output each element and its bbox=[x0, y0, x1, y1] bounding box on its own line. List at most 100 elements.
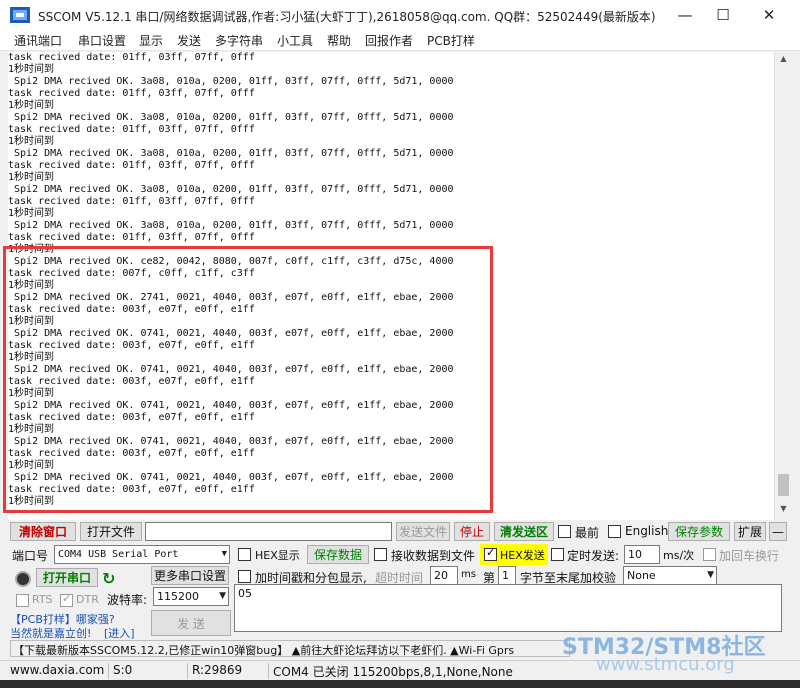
scroll-down-icon[interactable]: ▼ bbox=[775, 504, 792, 518]
log-line: 1秒时间到 bbox=[8, 280, 55, 291]
dtr-checkbox[interactable]: ✓ bbox=[60, 592, 73, 607]
log-line: 1秒时间到 bbox=[8, 244, 55, 255]
clear-send-button[interactable]: 清发送区 bbox=[494, 522, 554, 541]
log-line: Spi2 DMA recived OK. 3a08, 010a, 0200, 0… bbox=[8, 148, 454, 159]
close-button[interactable]: ✕ bbox=[746, 0, 792, 30]
timed-send-checkbox[interactable] bbox=[551, 548, 564, 561]
hex-send-checkbox[interactable]: ✓ bbox=[484, 546, 497, 561]
add-crlf-checkbox[interactable] bbox=[703, 548, 716, 561]
status-sent: S:0 bbox=[108, 663, 132, 679]
timeout-input[interactable]: 20 bbox=[430, 566, 458, 585]
interval-unit: ms/次 bbox=[663, 549, 695, 562]
menu-display[interactable]: 显示 bbox=[139, 32, 163, 49]
interval-input[interactable]: 10 bbox=[624, 545, 660, 564]
chevron-down-icon: ▼ bbox=[221, 549, 227, 559]
log-line: task recived date: 003f, e07f, e0ff, e1f… bbox=[8, 448, 255, 459]
log-line: 1秒时间到 bbox=[8, 136, 55, 147]
menu-comm-port[interactable]: 通讯端口 bbox=[14, 32, 62, 49]
more-port-settings-button[interactable]: 更多串口设置 bbox=[151, 566, 229, 585]
send-input[interactable]: 05 bbox=[234, 584, 782, 632]
expand-button[interactable]: 扩展 bbox=[734, 522, 766, 541]
title-bar: SSCOM V5.12.1 串口/网络数据调试器,作者:习小猛(大虾丁丁),26… bbox=[0, 0, 800, 30]
log-line: 1秒时间到 bbox=[8, 64, 55, 75]
window-title: SSCOM V5.12.1 串口/网络数据调试器,作者:习小猛(大虾丁丁),26… bbox=[38, 10, 656, 24]
desktop-strip bbox=[0, 680, 800, 688]
promo-text: 当然就是嘉立创! bbox=[10, 627, 92, 640]
english-checkbox[interactable] bbox=[608, 525, 621, 538]
stop-button[interactable]: 停止 bbox=[454, 522, 490, 541]
recv-to-file-checkbox[interactable] bbox=[374, 548, 387, 561]
news-ticker[interactable]: 【下载最新版本SSCOM5.12.2,已修正win10弹窗bug】 ▲前往大虾论… bbox=[10, 640, 570, 657]
log-line: task recived date: 01ff, 03ff, 07ff, 0ff… bbox=[8, 124, 255, 135]
check-mark-icon: ✓ bbox=[486, 546, 496, 559]
log-line: task recived date: 003f, e07f, e0ff, e1f… bbox=[8, 412, 255, 423]
log-line: task recived date: 003f, e07f, e0ff, e1f… bbox=[8, 484, 255, 495]
log-scrollbar[interactable]: ▲ ▼ bbox=[774, 52, 791, 520]
send-button[interactable]: 发 送 bbox=[151, 610, 231, 636]
chevron-down-icon: ▼ bbox=[219, 591, 226, 601]
sscom-window: SSCOM V5.12.1 串口/网络数据调试器,作者:习小猛(大虾丁丁),26… bbox=[0, 0, 800, 688]
clear-window-button[interactable]: 清除窗口 bbox=[10, 522, 76, 541]
collapse-button[interactable]: — bbox=[769, 522, 787, 541]
checksum-select[interactable]: None ▼ bbox=[623, 566, 717, 585]
baud-value: 115200 bbox=[157, 590, 199, 603]
log-line: Spi2 DMA recived OK. 2741, 0021, 4040, 0… bbox=[8, 292, 454, 303]
baud-select[interactable]: 115200 ▼ bbox=[153, 587, 229, 606]
log-line: Spi2 DMA recived OK. 3a08, 010a, 0200, 0… bbox=[8, 184, 454, 195]
log-line: task recived date: 007f, c0ff, c1ff, c3f… bbox=[8, 268, 255, 279]
log-line: task recived date: 01ff, 03ff, 07ff, 0ff… bbox=[8, 88, 255, 99]
timeout-unit: ms bbox=[461, 569, 476, 580]
send-file-button[interactable]: 发送文件 bbox=[396, 522, 450, 541]
rts-label: RTS bbox=[32, 593, 53, 606]
frame-input[interactable]: 1 bbox=[498, 566, 516, 585]
ticker-text: 【下载最新版本SSCOM5.12.2,已修正win10弹窗bug】 ▲前往大虾论… bbox=[13, 644, 515, 657]
hex-send-label: HEX发送 bbox=[500, 549, 545, 562]
log-line: task recived date: 003f, e07f, e0ff, e1f… bbox=[8, 376, 255, 387]
menu-report-author[interactable]: 回报作者 bbox=[365, 32, 413, 49]
maximize-button[interactable]: ☐ bbox=[700, 0, 746, 30]
recv-to-file-label: 接收数据到文件 bbox=[391, 549, 476, 563]
log-line: Spi2 DMA recived OK. 0741, 0021, 4040, 0… bbox=[8, 328, 454, 339]
file-path-input[interactable] bbox=[145, 522, 392, 541]
log-line: task recived date: 003f, e07f, e0ff, e1f… bbox=[8, 304, 255, 315]
log-line: 1秒时间到 bbox=[8, 208, 55, 219]
save-params-button[interactable]: 保存参数 bbox=[668, 522, 730, 541]
menu-port-settings[interactable]: 串口设置 bbox=[78, 32, 126, 49]
refresh-icon[interactable]: ↻ bbox=[102, 569, 120, 588]
chevron-down-icon: ▼ bbox=[707, 570, 714, 580]
menu-multi-string[interactable]: 多字符串 bbox=[215, 32, 263, 49]
log-line: task recived date: 01ff, 03ff, 07ff, 0ff… bbox=[8, 232, 255, 243]
promo-enter-link[interactable]: [进入] bbox=[104, 625, 135, 641]
menu-help[interactable]: 帮助 bbox=[327, 32, 351, 49]
scroll-thumb[interactable] bbox=[778, 474, 789, 496]
timed-send-label: 定时发送: bbox=[567, 549, 620, 563]
log-line: Spi2 DMA recived OK. 0741, 0021, 4040, 0… bbox=[8, 400, 454, 411]
receive-log[interactable]: task recived date: 01ff, 03ff, 07ff, 0ff… bbox=[8, 52, 774, 520]
timestamp-checkbox[interactable] bbox=[238, 570, 251, 583]
check-mark-icon: ✓ bbox=[62, 592, 72, 605]
status-port-state: COM4 已关闭 115200bps,8,1,None,None bbox=[268, 663, 513, 679]
port-status-icon bbox=[15, 571, 31, 587]
log-line: Spi2 DMA recived OK. 3a08, 010a, 0200, 0… bbox=[8, 220, 454, 231]
save-data-button[interactable]: 保存数据 bbox=[307, 545, 369, 564]
log-line: task recived date: 01ff, 03ff, 07ff, 0ff… bbox=[8, 52, 255, 63]
log-line: Spi2 DMA recived OK. ce82, 0042, 8080, 0… bbox=[8, 256, 454, 267]
rts-checkbox[interactable] bbox=[16, 594, 29, 607]
menu-tools[interactable]: 小工具 bbox=[277, 32, 313, 49]
menu-pcb[interactable]: PCB打样 bbox=[427, 32, 475, 49]
hex-display-checkbox[interactable] bbox=[238, 548, 251, 561]
status-website[interactable]: www.daxia.com bbox=[6, 663, 104, 679]
open-port-button[interactable]: 打开串口 bbox=[36, 568, 98, 587]
log-line: Spi2 DMA recived OK. 0741, 0021, 4040, 0… bbox=[8, 364, 454, 375]
log-line: Spi2 DMA recived OK. 3a08, 010a, 0200, 0… bbox=[8, 76, 454, 87]
log-line: 1秒时间到 bbox=[8, 316, 55, 327]
menu-send[interactable]: 发送 bbox=[177, 32, 201, 49]
baud-label: 波特率: bbox=[107, 593, 148, 607]
port-select[interactable]: COM4 USB Serial Port ▼ bbox=[54, 545, 230, 564]
scroll-up-icon[interactable]: ▲ bbox=[775, 54, 792, 68]
hex-display-label: HEX显示 bbox=[255, 549, 300, 562]
menu-bar: 通讯端口 串口设置 显示 发送 多字符串 小工具 帮助 回报作者 PCB打样 bbox=[0, 30, 800, 51]
open-file-button[interactable]: 打开文件 bbox=[80, 522, 142, 541]
topmost-checkbox[interactable] bbox=[558, 525, 571, 538]
log-line: Spi2 DMA recived OK. 0741, 0021, 4040, 0… bbox=[8, 472, 454, 483]
